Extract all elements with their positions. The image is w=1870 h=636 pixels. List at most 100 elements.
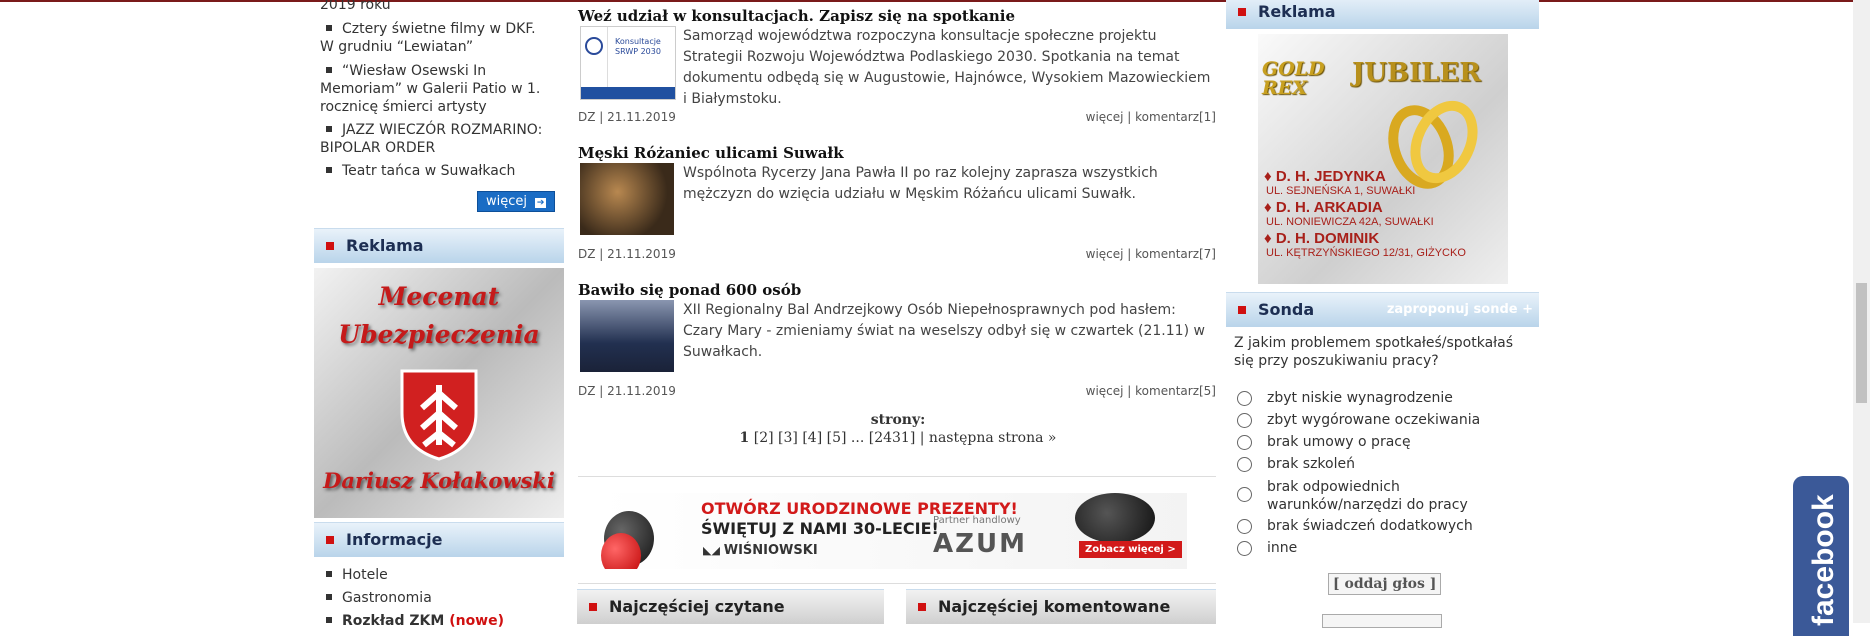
article-meta: DZ | 21.11.2019: [578, 110, 676, 124]
divider: [578, 476, 1216, 477]
bullet-icon: [326, 594, 332, 600]
poll-option[interactable]: brak umowy o pracę: [1267, 434, 1411, 450]
article-thumbnail[interactable]: Konsultacje SRWP 2030: [580, 26, 676, 100]
event-fragment[interactable]: 2019 roku: [320, 0, 391, 13]
section-title: Reklama: [1258, 2, 1336, 21]
scrollbar-thumb[interactable]: [1856, 283, 1867, 403]
event-label: Teatr tańca w Suwałkach: [342, 163, 516, 179]
section-title: Informacje: [346, 530, 443, 549]
jubiler-ad[interactable]: GOLD REX JUBILER ♦ D. H. JEDYNKA UL. SEJ…: [1258, 34, 1508, 284]
more-link[interactable]: więcej: [1086, 384, 1124, 398]
comments-link[interactable]: komentarz[5]: [1135, 384, 1216, 398]
more-link[interactable]: więcej: [1086, 247, 1124, 261]
article-links: więcej | komentarz[5]: [1085, 384, 1216, 398]
poll-radio[interactable]: [1237, 487, 1252, 502]
more-link[interactable]: więcej: [1086, 110, 1124, 124]
facebook-icon: facebook: [1807, 494, 1840, 626]
thumb-bar: [581, 87, 675, 99]
article-thumbnail[interactable]: [580, 163, 674, 235]
shop-address: UL. SEJNEŃSKA 1, SUWAŁKI: [1266, 185, 1416, 197]
top-border: [0, 0, 1870, 2]
event-item[interactable]: Teatr tańca w Suwałkach: [320, 162, 550, 180]
mecenat-ad[interactable]: Mecenat Ubezpieczenia Dariusz Kołakowski: [314, 268, 564, 518]
article-text: Samorząd województwa rozpoczyna konsulta…: [683, 28, 1211, 107]
poll-option[interactable]: zbyt wygórowane oczekiwania: [1267, 412, 1480, 428]
event-item[interactable]: Cztery świetne filmy w DKF. W grudniu “L…: [320, 20, 550, 56]
new-badge: (nowe): [449, 613, 505, 629]
shop-name-text: D. H. ARKADIA: [1275, 199, 1383, 216]
more-button[interactable]: więcej ➔: [477, 191, 556, 212]
poll-radio[interactable]: [1237, 391, 1252, 406]
info-label: Hotele: [342, 567, 388, 583]
page-link[interactable]: [2]: [754, 430, 774, 446]
tab-label: Najczęściej komentowane: [938, 597, 1171, 616]
poll-radio[interactable]: [1237, 413, 1252, 428]
info-item[interactable]: Hotele: [320, 567, 388, 583]
partner-label: Partner handlowy: [933, 515, 1021, 526]
article-title[interactable]: Męski Różaniec ulicami Suwałk: [578, 144, 844, 162]
next-page-link[interactable]: następna strona »: [929, 430, 1057, 446]
article-title[interactable]: Weź udział w konsultacjach. Zapisz się n…: [578, 7, 1015, 25]
shop-name-text: D. H. DOMINIK: [1275, 230, 1380, 247]
comments-link[interactable]: komentarz[7]: [1135, 247, 1216, 261]
page-link[interactable]: [3]: [778, 430, 798, 446]
divider: [578, 583, 1216, 584]
pagination-ellipsis: ...: [850, 430, 865, 446]
info-label: Rozkład ZKM: [342, 613, 445, 629]
poll-option[interactable]: zbyt niskie wynagrodzenie: [1267, 390, 1453, 406]
sonda-header: Sonda zaproponuj sonde +: [1226, 292, 1539, 327]
event-item[interactable]: JAZZ WIECZÓR ROZMARINO: BIPOLAR ORDER: [320, 121, 550, 157]
arrow-right-icon: ➔: [535, 198, 547, 208]
red-square-icon: [918, 603, 926, 611]
page-link[interactable]: [4]: [802, 430, 822, 446]
pagination-separator: |: [919, 430, 925, 446]
bullet-icon: [326, 67, 332, 73]
poll-radio[interactable]: [1237, 435, 1252, 450]
shop-name: ♦ D. H. DOMINIK: [1264, 230, 1380, 247]
article-links: więcej | komentarz[7]: [1085, 247, 1216, 261]
poll-option[interactable]: brak odpowiednich warunków/narzędzi do p…: [1267, 478, 1517, 514]
left-column: 2019 roku Cztery świetne filmy w DKF. W …: [314, 0, 564, 629]
comments-link[interactable]: komentarz[1]: [1135, 110, 1216, 124]
propose-poll-link[interactable]: zaproponuj sonde +: [1387, 293, 1533, 327]
jubiler-title: JUBILER: [1352, 58, 1481, 88]
red-square-icon: [1238, 306, 1246, 314]
article-links: więcej | komentarz[1]: [1085, 110, 1216, 124]
section-title: Reklama: [346, 236, 424, 255]
section-title: Sonda: [1258, 300, 1315, 319]
poll-option[interactable]: inne: [1267, 540, 1297, 556]
poll-option[interactable]: brak świadczeń dodatkowych: [1267, 518, 1473, 534]
page-link[interactable]: [5]: [827, 430, 847, 446]
wisniowski-brand: ◣◢ WIŚNIOWSKI: [703, 543, 818, 558]
info-item[interactable]: Rozkład ZKM (nowe): [320, 613, 504, 629]
poll-radio[interactable]: [1237, 457, 1252, 472]
page-link[interactable]: [2431]: [869, 430, 916, 446]
vote-button[interactable]: [ oddaj głos ]: [1328, 573, 1442, 595]
article-thumbnail[interactable]: [580, 300, 674, 372]
shop-name: ♦ D. H. ARKADIA: [1264, 199, 1383, 216]
article-meta: DZ | 21.11.2019: [578, 384, 676, 398]
see-more-button[interactable]: Zobacz więcej >: [1079, 541, 1182, 558]
red-square-icon: [326, 536, 334, 544]
most-read-tab[interactable]: Najczęściej czytane: [577, 589, 884, 624]
red-square-icon: [1238, 8, 1246, 16]
facebook-side-tab[interactable]: facebook: [1793, 476, 1849, 636]
event-item[interactable]: “Wiesław Osewski In Memoriam” w Galerii …: [320, 62, 550, 116]
most-commented-tab[interactable]: Najczęściej komentowane: [906, 589, 1216, 624]
poll-question: Z jakim problemem spotkałeś/spotkałaś si…: [1234, 335, 1514, 369]
results-button[interactable]: [1322, 614, 1442, 628]
goldrex-logo: GOLD REX: [1262, 58, 1325, 99]
article-title[interactable]: Bawiło się ponad 600 osób: [578, 281, 801, 299]
azum-logo: AZUM: [933, 529, 1027, 559]
poll-option[interactable]: brak szkoleń: [1267, 456, 1355, 472]
poll-radio[interactable]: [1237, 519, 1252, 534]
poll-radio[interactable]: [1237, 541, 1252, 556]
info-label: Gastronomia: [342, 590, 432, 606]
shield-icon: [400, 369, 478, 461]
info-header: Informacje: [314, 522, 564, 557]
promo-banner[interactable]: OTWÓRZ URODZINOWE PREZENTY! ŚWIĘTUJ Z NA…: [599, 493, 1187, 569]
brand-label: WIŚNIOWSKI: [723, 543, 818, 558]
info-item[interactable]: Gastronomia: [320, 590, 432, 606]
article-text: XII Regionalny Bal Andrzejkowy Osób Niep…: [683, 302, 1205, 360]
shop-address: UL. NONIEWICZA 42A, SUWAŁKI: [1266, 216, 1434, 228]
